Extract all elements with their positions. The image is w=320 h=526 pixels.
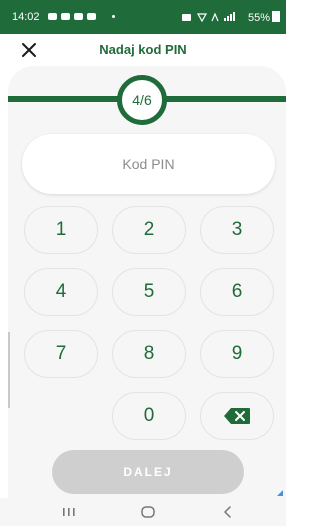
backspace-button[interactable] <box>200 392 274 440</box>
key-5[interactable]: 5 <box>112 268 186 316</box>
key-8[interactable]: 8 <box>112 330 186 378</box>
home-button[interactable] <box>133 500 163 524</box>
key-4[interactable]: 4 <box>24 268 98 316</box>
key-label: 6 <box>231 281 243 302</box>
status-time: 14:02 <box>12 11 40 23</box>
key-label: 8 <box>143 343 155 364</box>
key-3[interactable]: 3 <box>200 206 274 254</box>
key-2[interactable]: 2 <box>112 206 186 254</box>
recent-apps-button[interactable] <box>54 500 84 524</box>
next-button[interactable]: DALEJ <box>52 450 244 494</box>
key-label: 9 <box>231 343 243 364</box>
next-button-label: DALEJ <box>123 465 173 479</box>
battery-level: 55% <box>248 11 281 24</box>
backspace-icon <box>224 408 250 424</box>
recent-apps-icon <box>63 508 75 516</box>
status-bar: 14:02 55% <box>0 0 286 34</box>
key-label: 1 <box>55 219 67 240</box>
key-6[interactable]: 6 <box>200 268 274 316</box>
key-1[interactable]: 1 <box>24 206 98 254</box>
home-icon <box>141 506 155 518</box>
key-7[interactable]: 7 <box>24 330 98 378</box>
key-label: 5 <box>143 281 155 302</box>
key-label: 3 <box>231 219 243 240</box>
battery-icon <box>272 11 281 22</box>
key-label: 4 <box>55 281 67 302</box>
pin-input[interactable]: Kod PIN <box>22 134 275 194</box>
key-label: 7 <box>55 343 67 364</box>
progress-line-right <box>164 96 286 102</box>
key-0[interactable]: 0 <box>112 392 186 440</box>
more-notifications-icon <box>112 15 115 18</box>
side-handle <box>8 332 10 408</box>
edge-indicator-icon <box>277 490 283 496</box>
progress-line-left <box>8 96 120 102</box>
progress-label: 4/6 <box>132 92 152 108</box>
pin-placeholder: Kod PIN <box>122 156 175 172</box>
progress-indicator: 4/6 <box>117 75 167 125</box>
notification-icon <box>48 13 57 20</box>
notification-icon <box>61 13 70 20</box>
key-9[interactable]: 9 <box>200 330 274 378</box>
status-icons <box>182 12 235 23</box>
key-label: 0 <box>143 405 155 426</box>
notification-icon <box>74 13 83 20</box>
back-icon <box>224 506 231 518</box>
notification-icon <box>87 13 96 20</box>
key-label: 2 <box>143 219 155 240</box>
page-title: Nadaj kod PIN <box>99 42 187 57</box>
back-button[interactable] <box>213 500 243 524</box>
